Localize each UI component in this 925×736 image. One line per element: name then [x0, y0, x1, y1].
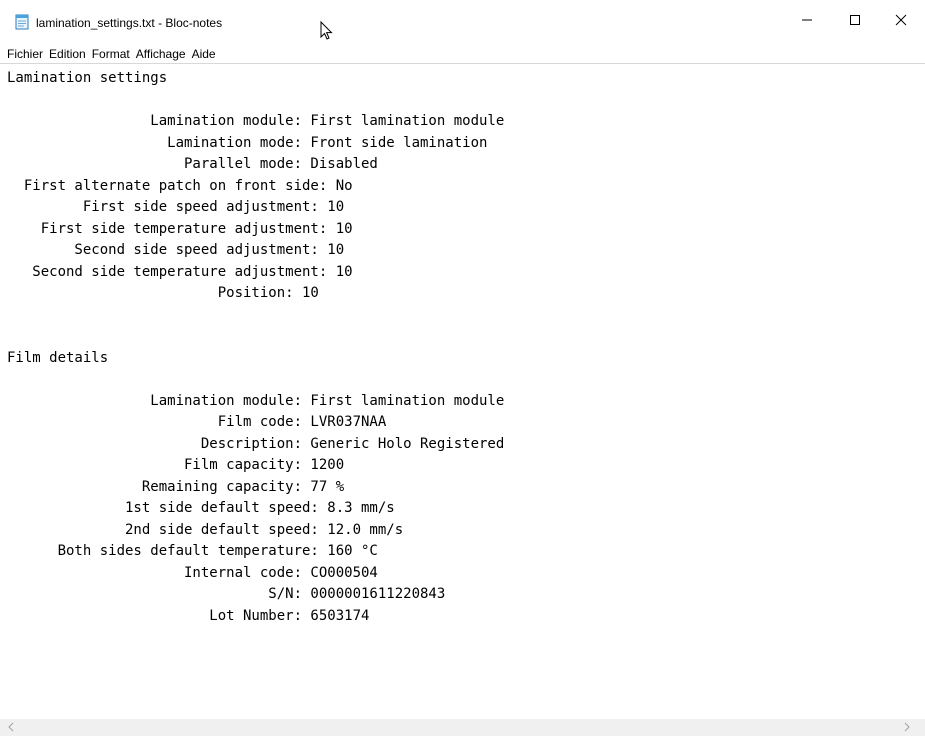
menu-bar: Fichier Edition Format Affichage Aide [0, 44, 925, 63]
minimize-button[interactable] [784, 0, 830, 44]
notepad-window: lamination_settings.txt - Bloc-notes Fic… [0, 0, 925, 736]
menu-fichier[interactable]: Fichier [5, 47, 45, 61]
menu-edition[interactable]: Edition [47, 47, 88, 61]
menu-format[interactable]: Format [90, 47, 132, 61]
text-editor-area[interactable]: Lamination settings Lamination module: F… [0, 63, 925, 719]
close-button[interactable] [878, 0, 924, 44]
maximize-icon [849, 13, 861, 31]
window-title: lamination_settings.txt - Bloc-notes [36, 16, 223, 30]
document-content[interactable]: Lamination settings Lamination module: F… [7, 68, 504, 627]
horizontal-scrollbar[interactable] [0, 719, 925, 736]
close-icon [895, 13, 907, 31]
menu-affichage[interactable]: Affichage [134, 47, 188, 61]
minimize-icon [801, 13, 813, 31]
mouse-pointer-icon [320, 20, 334, 41]
notepad-icon [14, 14, 30, 30]
chevron-left-icon [7, 719, 15, 736]
chevron-right-icon [903, 719, 911, 736]
maximize-button[interactable] [832, 0, 878, 44]
scroll-left-button[interactable] [2, 719, 19, 736]
scroll-right-button[interactable] [898, 719, 915, 736]
title-bar[interactable]: lamination_settings.txt - Bloc-notes [0, 0, 925, 44]
menu-aide[interactable]: Aide [190, 47, 218, 61]
